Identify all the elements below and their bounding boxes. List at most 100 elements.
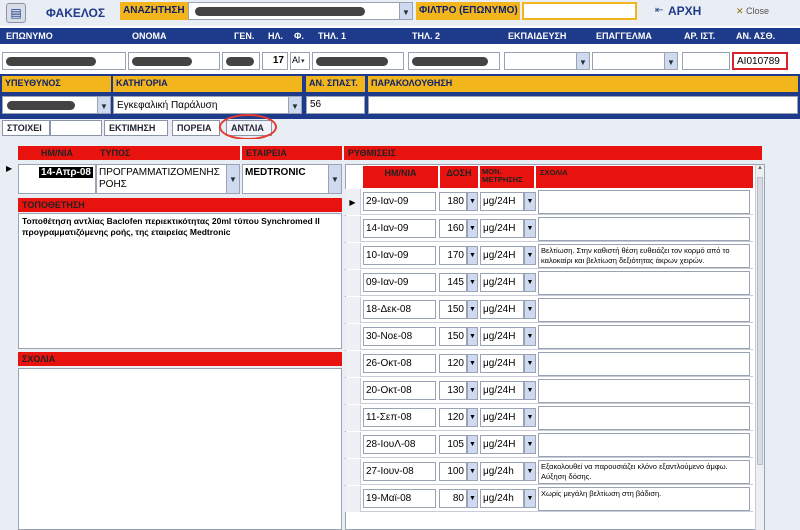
setting-date[interactable]: 18-Δεκ-08 [363, 300, 436, 319]
age-field[interactable]: 17 [262, 52, 288, 70]
setting-date[interactable]: 27-Ιουν-08 [363, 462, 436, 481]
setting-unit[interactable]: μg/24H [480, 408, 524, 427]
table-row[interactable]: 19-Μαϊ-08 80 ▼ μg/24h ▼ Χωρίς μεγάλη βελτίωση… [345, 486, 753, 512]
chevron-down-icon[interactable]: ▼ [467, 192, 478, 211]
pump-company-select[interactable]: MEDTRONIC ▼ [242, 164, 342, 194]
setting-unit[interactable]: μg/24H [480, 381, 524, 400]
chevron-down-icon[interactable]: ▼ [467, 489, 478, 508]
filter-input[interactable] [522, 2, 637, 20]
setting-date[interactable]: 26-Οκτ-08 [363, 354, 436, 373]
setting-unit[interactable]: μg/24H [480, 435, 524, 454]
setting-note[interactable] [538, 271, 750, 295]
chevron-down-icon[interactable]: ▼ [226, 165, 239, 193]
table-row[interactable]: ▶ 29-Ιαν-09 180 ▼ μg/24H ▼ [345, 189, 753, 215]
row-selector[interactable] [345, 378, 361, 404]
setting-date[interactable]: 28-ΙουΛ-08 [363, 435, 436, 454]
setting-note[interactable] [538, 325, 750, 349]
table-row[interactable]: 11-Σεπ-08 120 ▼ μg/24H ▼ [345, 405, 753, 431]
setting-note[interactable] [538, 298, 750, 322]
chevron-down-icon[interactable]: ▼ [524, 246, 536, 265]
row-selector[interactable] [345, 459, 361, 485]
tab-details-extra[interactable] [50, 120, 102, 136]
setting-note[interactable] [538, 379, 750, 403]
chevron-down-icon[interactable]: ▼ [576, 53, 589, 69]
setting-dose[interactable]: 80 [439, 489, 467, 508]
row-selector[interactable] [345, 243, 361, 269]
setting-dose[interactable]: 145 [439, 273, 467, 292]
setting-unit[interactable]: μg/24H [480, 246, 524, 265]
chevron-down-icon[interactable]: ▼ [524, 219, 536, 238]
phone2-field[interactable] [408, 52, 500, 70]
chevron-down-icon[interactable]: ▼ [467, 381, 478, 400]
setting-unit[interactable]: μg/24H [480, 300, 524, 319]
chevron-down-icon[interactable]: ▼ [524, 273, 536, 292]
pump-type-select[interactable]: ΠΡΟΓΡΑΜΜΑΤΙΖΟΜΕΝΗΣ ΡΟΗΣ ▼ [96, 164, 240, 194]
chevron-down-icon[interactable]: ▼ [664, 53, 677, 69]
profession-select[interactable]: ▼ [592, 52, 678, 70]
chevron-down-icon[interactable]: ▼ [467, 408, 478, 427]
setting-dose[interactable]: 100 [439, 462, 467, 481]
table-row[interactable]: 27-Ιουν-08 100 ▼ μg/24h ▼ Εξακολουθεί να παρο… [345, 459, 753, 485]
row-selector[interactable] [345, 432, 361, 458]
name-field[interactable] [128, 52, 220, 70]
setting-unit[interactable]: μg/24H [480, 354, 524, 373]
row-selector[interactable]: ▶ [345, 189, 361, 215]
chevron-down-icon[interactable]: ▼ [97, 97, 110, 113]
setting-dose[interactable]: 105 [439, 435, 467, 454]
setting-unit[interactable]: μg/24H [480, 327, 524, 346]
tab-details[interactable]: ΣΤΟΙΧΕΙ [2, 120, 50, 136]
setting-unit[interactable]: μg/24H [480, 192, 524, 211]
setting-note[interactable] [538, 352, 750, 376]
setting-note[interactable]: Βελτίωση. Στην καθιστή θέση ευθειάζει το… [538, 244, 750, 268]
setting-date[interactable]: 10-Ιαν-09 [363, 246, 436, 265]
tab-progress[interactable]: ΠΟΡΕΙΑ [172, 120, 220, 136]
chevron-down-icon[interactable]: ▼ [467, 435, 478, 454]
folder-label[interactable]: ΦΑΚΕΛΟΣ [46, 6, 105, 20]
setting-note[interactable] [538, 406, 750, 430]
setting-date[interactable]: 30-Νοε-08 [363, 327, 436, 346]
sex-select[interactable]: Al ▾ [290, 52, 310, 70]
phone1-field[interactable] [312, 52, 404, 70]
setting-date[interactable]: 29-Ιαν-09 [363, 192, 436, 211]
home-button[interactable]: ΑΡΧΗ [668, 4, 701, 18]
education-select[interactable]: ▼ [504, 52, 590, 70]
folder-icon[interactable]: ▤ [6, 3, 26, 23]
pump-date-field[interactable]: 14-Απρ-08 [18, 164, 96, 194]
setting-dose[interactable]: 120 [439, 354, 467, 373]
chevron-down-icon[interactable]: ▼ [524, 408, 536, 427]
setting-unit[interactable]: μg/24h [480, 489, 524, 508]
chevron-down-icon[interactable]: ▼ [524, 435, 536, 454]
table-row[interactable]: 09-Ιαν-09 145 ▼ μg/24H ▼ [345, 270, 753, 296]
setting-date[interactable]: 20-Οκτ-08 [363, 381, 436, 400]
search-select[interactable]: ▼ [188, 2, 413, 20]
ins-field[interactable]: AI010789 [732, 52, 788, 70]
setting-note[interactable] [538, 217, 750, 241]
table-row[interactable]: 18-Δεκ-08 150 ▼ μg/24H ▼ [345, 297, 753, 323]
close-icon[interactable]: ✕ [736, 6, 744, 17]
setting-dose[interactable]: 120 [439, 408, 467, 427]
chevron-down-icon[interactable]: ▼ [399, 3, 412, 19]
setting-note[interactable] [538, 433, 750, 457]
row-selector[interactable] [345, 297, 361, 323]
tab-assessment[interactable]: ΕΚΤΙΜΗΣΗ [104, 120, 168, 136]
chevron-down-icon[interactable]: ▼ [524, 327, 536, 346]
setting-note[interactable]: Εξακολουθεί να παρουσιάζει κλόνο εξαντλο… [538, 460, 750, 484]
setting-note[interactable]: Χωρίς μεγάλη βελτίωση στη βάδιση. [538, 487, 750, 511]
placement-text[interactable]: Τοποθέτηση αντλίας Baclofen περιεκτικότη… [18, 213, 342, 349]
setting-dose[interactable]: 180 [439, 192, 467, 211]
row-selector[interactable] [345, 216, 361, 242]
spasticity-field[interactable]: 56 [306, 96, 365, 114]
setting-dose[interactable]: 150 [439, 327, 467, 346]
chevron-down-icon[interactable]: ▼ [524, 462, 536, 481]
id-field[interactable] [682, 52, 730, 70]
chevron-down-icon[interactable]: ▼ [524, 354, 536, 373]
row-selector[interactable] [345, 324, 361, 350]
table-row[interactable]: 26-Οκτ-08 120 ▼ μg/24H ▼ [345, 351, 753, 377]
scroll-up-icon[interactable]: ▲ [756, 165, 764, 175]
category-select[interactable]: Εγκεφαλική Παράλυση ▼ [113, 96, 302, 114]
chevron-down-icon[interactable]: ▼ [467, 354, 478, 373]
scrollbar[interactable]: ▲ [755, 165, 764, 530]
row-selector[interactable] [345, 405, 361, 431]
setting-unit[interactable]: μg/24h [480, 462, 524, 481]
setting-dose[interactable]: 150 [439, 300, 467, 319]
